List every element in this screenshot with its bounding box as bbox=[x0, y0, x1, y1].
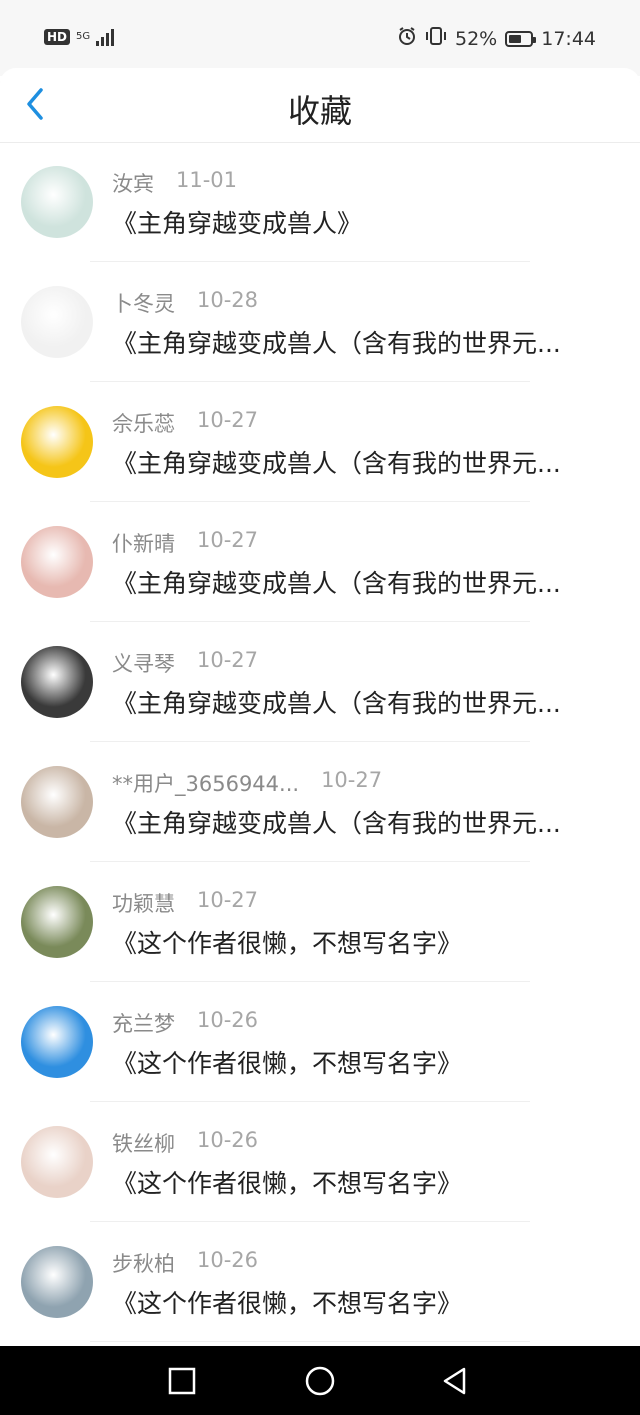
home-button[interactable] bbox=[303, 1364, 337, 1398]
list-item[interactable]: 汝宾 11-01 《主角穿越变成兽人》 bbox=[0, 142, 640, 262]
status-bar: HD 5G 52% 17:44 bbox=[0, 0, 640, 76]
item-meta: 汝宾 11-01 bbox=[112, 168, 237, 198]
list-item[interactable]: 义寻琴 10-27 《主角穿越变成兽人（含有我的世界元... bbox=[0, 622, 640, 742]
hd-badge: HD bbox=[44, 29, 71, 45]
avatar[interactable] bbox=[21, 166, 93, 238]
app-header: 收藏 bbox=[0, 68, 640, 142]
user-name: 充兰梦 bbox=[112, 1012, 175, 1036]
user-name: 功颖慧 bbox=[112, 892, 175, 916]
triangle-back-icon bbox=[443, 1367, 466, 1395]
system-back-button[interactable] bbox=[438, 1364, 472, 1398]
avatar[interactable] bbox=[21, 766, 93, 838]
book-title: 《主角穿越变成兽人（含有我的世界元... bbox=[112, 809, 561, 838]
book-title: 《主角穿越变成兽人（含有我的世界元... bbox=[112, 329, 561, 358]
user-name: 义寻琴 bbox=[112, 652, 175, 676]
item-meta: 铁丝柳 10-26 bbox=[112, 1128, 258, 1158]
user-name: 步秋柏 bbox=[112, 1252, 175, 1276]
book-title: 《主角穿越变成兽人（含有我的世界元... bbox=[112, 689, 561, 718]
user-name: 汝宾 bbox=[112, 172, 154, 196]
item-date: 10-27 bbox=[197, 888, 259, 912]
battery-icon bbox=[505, 30, 537, 47]
avatar[interactable] bbox=[21, 646, 93, 718]
item-meta: 步秋柏 10-26 bbox=[112, 1248, 258, 1278]
item-meta: 义寻琴 10-27 bbox=[112, 648, 258, 678]
item-date: 10-28 bbox=[197, 288, 259, 312]
book-title: 《这个作者很懒，不想写名字》 bbox=[112, 1289, 463, 1318]
signal-icon bbox=[96, 28, 115, 46]
book-title: 《主角穿越变成兽人》 bbox=[112, 209, 363, 238]
list-item[interactable]: 佘乐蕊 10-27 《主角穿越变成兽人（含有我的世界元... bbox=[0, 382, 640, 502]
avatar[interactable] bbox=[21, 886, 93, 958]
avatar[interactable] bbox=[21, 1006, 93, 1078]
book-title: 《这个作者很懒，不想写名字》 bbox=[112, 1049, 463, 1078]
status-right: 52% 17:44 bbox=[397, 26, 596, 51]
item-date: 10-27 bbox=[197, 408, 259, 432]
list-item[interactable]: 仆新晴 10-27 《主角穿越变成兽人（含有我的世界元... bbox=[0, 502, 640, 622]
item-meta: 佘乐蕊 10-27 bbox=[112, 408, 258, 438]
user-name: 卜冬灵 bbox=[112, 292, 175, 316]
item-date: 11-01 bbox=[176, 168, 238, 192]
book-title: 《主角穿越变成兽人（含有我的世界元... bbox=[112, 449, 561, 478]
network-type: 5G bbox=[76, 31, 91, 42]
list-item[interactable]: 功颖慧 10-27 《这个作者很懒，不想写名字》 bbox=[0, 862, 640, 982]
user-name: **用户_3656944... bbox=[112, 772, 300, 796]
item-meta: 充兰梦 10-26 bbox=[112, 1008, 258, 1038]
battery-percent: 52% bbox=[455, 27, 498, 50]
item-date: 10-27 bbox=[197, 528, 259, 552]
system-nav-bar bbox=[0, 1346, 640, 1415]
list-item[interactable]: **用户_3656944... 10-27 《主角穿越变成兽人（含有我的世界元.… bbox=[0, 742, 640, 862]
list-item[interactable]: 铁丝柳 10-26 《这个作者很懒，不想写名字》 bbox=[0, 1102, 640, 1222]
favorites-list: 汝宾 11-01 《主角穿越变成兽人》 卜冬灵 10-28 《主角穿越变成兽人（… bbox=[0, 142, 640, 1342]
item-date: 10-26 bbox=[197, 1248, 259, 1272]
avatar[interactable] bbox=[21, 1126, 93, 1198]
avatar[interactable] bbox=[21, 526, 93, 598]
status-left: HD 5G bbox=[44, 28, 115, 46]
book-title: 《这个作者很懒，不想写名字》 bbox=[112, 1169, 463, 1198]
recent-apps-button[interactable] bbox=[165, 1364, 199, 1398]
item-date: 10-27 bbox=[197, 648, 259, 672]
item-meta: 卜冬灵 10-28 bbox=[112, 288, 258, 318]
book-title: 《这个作者很懒，不想写名字》 bbox=[112, 929, 463, 958]
alarm-icon bbox=[397, 26, 417, 51]
book-title: 《主角穿越变成兽人（含有我的世界元... bbox=[112, 569, 561, 598]
circle-icon bbox=[305, 1366, 335, 1396]
square-icon bbox=[168, 1367, 196, 1395]
list-item[interactable]: 步秋柏 10-26 《这个作者很懒，不想写名字》 bbox=[0, 1222, 640, 1342]
item-date: 10-27 bbox=[321, 768, 383, 792]
user-name: 佘乐蕊 bbox=[112, 412, 175, 436]
user-name: 仆新晴 bbox=[112, 532, 175, 556]
page-title: 收藏 bbox=[287, 92, 352, 130]
list-item[interactable]: 卜冬灵 10-28 《主角穿越变成兽人（含有我的世界元... bbox=[0, 262, 640, 382]
avatar[interactable] bbox=[21, 286, 93, 358]
avatar[interactable] bbox=[21, 406, 93, 478]
item-meta: 功颖慧 10-27 bbox=[112, 888, 258, 918]
item-meta: 仆新晴 10-27 bbox=[112, 528, 258, 558]
user-name: 铁丝柳 bbox=[112, 1132, 175, 1156]
divider bbox=[90, 1341, 530, 1342]
list-item[interactable]: 充兰梦 10-26 《这个作者很懒，不想写名字》 bbox=[0, 982, 640, 1102]
vibrate-icon bbox=[425, 26, 447, 51]
clock-time: 17:44 bbox=[541, 27, 596, 50]
avatar[interactable] bbox=[21, 1246, 93, 1318]
item-date: 10-26 bbox=[197, 1008, 259, 1032]
item-meta: **用户_3656944... 10-27 bbox=[112, 768, 382, 798]
item-date: 10-26 bbox=[197, 1128, 259, 1152]
